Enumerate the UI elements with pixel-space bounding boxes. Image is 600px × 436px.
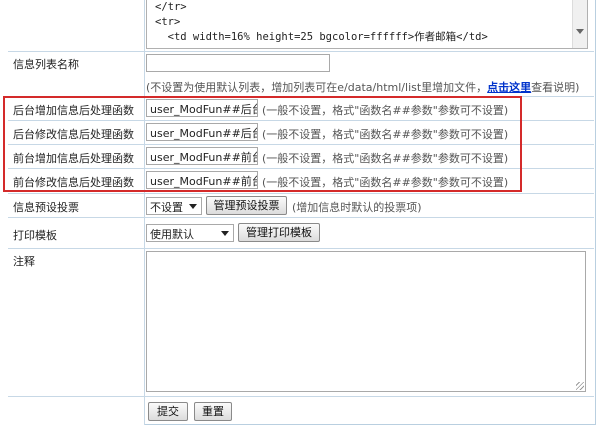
note-label: 注释: [13, 255, 35, 268]
vote-hint: (增加信息时默认的投票项): [292, 201, 422, 214]
chevron-down-icon: [189, 204, 197, 209]
actions-row: [8, 396, 594, 425]
chevron-down-icon: [221, 231, 229, 236]
list-name-label-cell: 信息列表名称: [8, 52, 145, 97]
reset-button[interactable]: 重置: [194, 402, 232, 421]
code-line-1: </tr>: [155, 1, 187, 13]
vote-label: 信息预设投票: [13, 201, 79, 214]
code-line-3: <td width=16% height=25 bgcolor=ffffff>作…: [155, 31, 488, 43]
resize-handle-icon[interactable]: [576, 382, 584, 390]
print-template-select[interactable]: 使用默认: [146, 224, 234, 242]
scroll-down-arrow-icon[interactable]: [576, 29, 584, 34]
code-line-2: <tr>: [155, 16, 181, 28]
print-selected-value: 使用默认: [150, 228, 194, 241]
print-label: 打印模板: [13, 229, 57, 242]
click-here-link[interactable]: 点击这里: [487, 81, 531, 94]
vote-selected-value: 不设置: [150, 201, 183, 214]
list-name-label: 信息列表名称: [13, 58, 79, 71]
list-name-hint: (不设置为使用默认列表，增加列表可在e/data/html/list里增加文件，…: [146, 81, 580, 94]
highlight-box: [3, 96, 522, 192]
code-row-label-cell: [8, 0, 145, 51]
note-textarea[interactable]: [146, 251, 586, 392]
vote-select[interactable]: 不设置: [146, 197, 202, 215]
template-code-textarea[interactable]: </tr> <tr> <td width=16% height=25 bgcol…: [146, 0, 588, 49]
submit-button[interactable]: 提交: [148, 402, 188, 421]
manage-print-template-button[interactable]: 管理打印模板: [238, 223, 320, 242]
code-scrollbar[interactable]: [572, 0, 587, 48]
manage-vote-button[interactable]: 管理预设投票: [206, 196, 287, 215]
list-name-input[interactable]: [146, 54, 330, 72]
